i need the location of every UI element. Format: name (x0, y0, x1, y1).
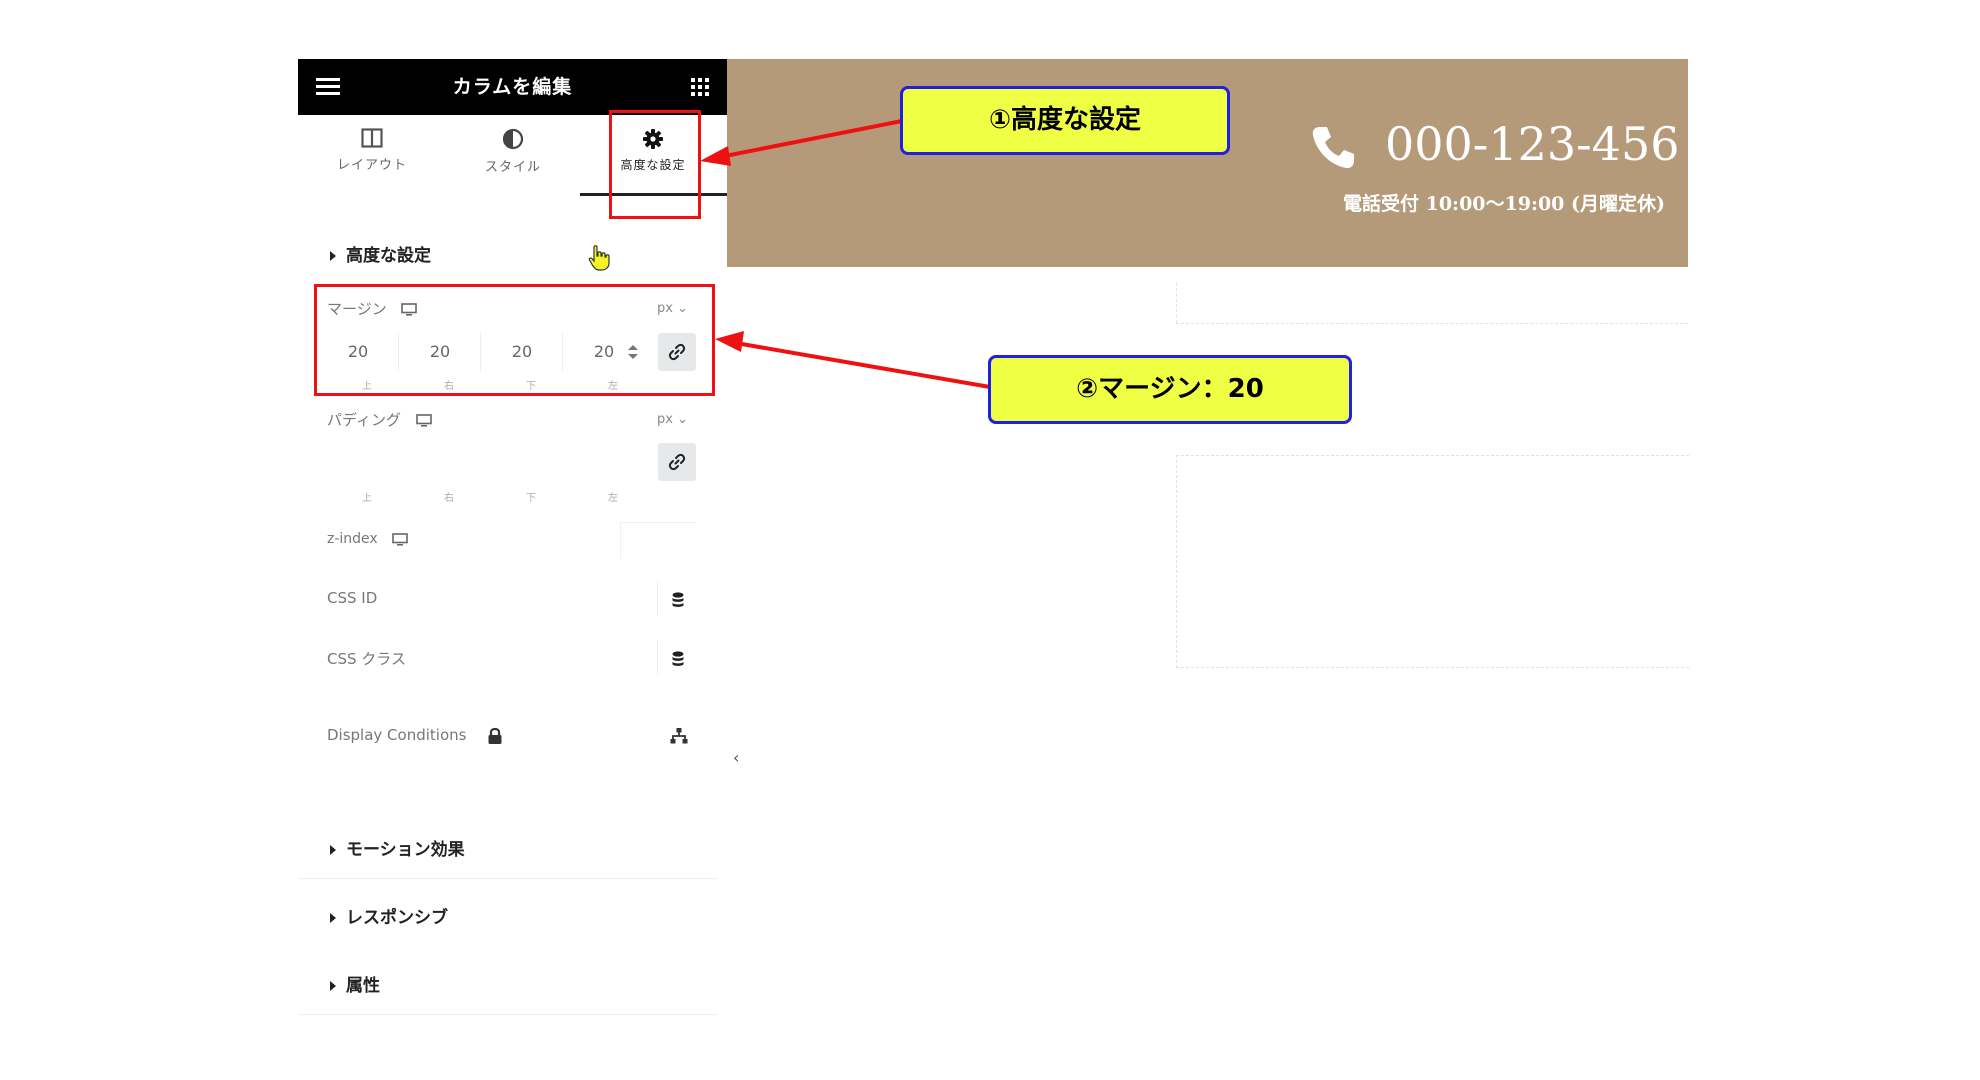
column-dashed-border (1176, 323, 1688, 324)
hand-cursor-icon (588, 245, 610, 271)
column-dashed-border (1176, 283, 1178, 323)
callout-advanced-settings: ①高度な設定 (900, 86, 1230, 155)
tab-style[interactable]: スタイル (443, 128, 583, 188)
padding-side-right: 右 (444, 493, 454, 504)
section-motion-title: モーション効果 (346, 840, 465, 860)
zindex-input[interactable] (620, 522, 696, 559)
padding-label: パディング (327, 411, 401, 429)
callout-margin: ②マージン：20 (988, 355, 1352, 424)
dynamic-tags-database-icon[interactable] (672, 592, 684, 608)
padding-side-bottom: 下 (526, 493, 536, 504)
widgets-grid-icon[interactable] (691, 78, 709, 96)
caret-right-icon (330, 913, 336, 923)
tab-style-label: スタイル (484, 160, 541, 175)
css-id-input-divider (657, 582, 658, 616)
zindex-label-row: z-index (327, 531, 408, 547)
panel-title: カラムを編集 (452, 76, 573, 98)
arrow-head-2 (715, 331, 744, 352)
section-responsive-title: レスポンシブ (346, 908, 448, 928)
padding-unit-select[interactable]: px ⌄ (657, 412, 688, 427)
section-attributes-title: 属性 (346, 976, 380, 996)
tab-layout[interactable]: レイアウト (302, 128, 442, 188)
business-hours: 電話受付 10:00〜19:00 (月曜定休) (1343, 193, 1665, 215)
panel-collapse-chevron-icon[interactable]: ‹ (733, 748, 739, 767)
empty-column-placeholder[interactable] (1176, 455, 1689, 668)
padding-unit-label: px (657, 412, 673, 427)
padding-link-values-button[interactable] (658, 443, 696, 481)
dynamic-tags-database-icon[interactable] (672, 651, 684, 667)
section-divider (298, 878, 718, 879)
padding-side-top: 上 (362, 493, 372, 504)
phone-number: 000-123-456 (1385, 117, 1680, 171)
highlight-advanced-tab (609, 110, 701, 219)
sitemap-conditions-icon[interactable] (670, 728, 688, 744)
section-divider (298, 1014, 718, 1015)
lock-icon (488, 727, 502, 744)
css-class-label: CSS クラス (327, 650, 406, 668)
link-chain-icon (668, 453, 686, 471)
caret-right-icon (330, 251, 336, 261)
panel-header: カラムを編集 (298, 59, 727, 115)
section-responsive[interactable]: レスポンシブ (330, 903, 448, 928)
padding-label-row: パディング (327, 409, 432, 430)
display-conditions-label: Display Conditions (327, 726, 467, 744)
phone-icon (1312, 127, 1354, 169)
desktop-monitor-icon[interactable] (392, 532, 408, 546)
chevron-down-icon: ⌄ (677, 412, 688, 427)
arrow-line-2 (735, 341, 991, 389)
zindex-label: z-index (327, 531, 378, 547)
highlight-margin-field (314, 284, 715, 396)
section-attributes[interactable]: 属性 (330, 971, 380, 996)
caret-right-icon (330, 981, 336, 991)
section-advanced-header[interactable]: 高度な設定 (330, 241, 431, 266)
padding-side-left: 左 (608, 493, 618, 504)
caret-right-icon (330, 845, 336, 855)
layout-columns-icon (361, 128, 383, 148)
css-class-input-divider (657, 641, 658, 675)
tab-layout-label: レイアウト (336, 158, 407, 173)
desktop-monitor-icon[interactable] (415, 414, 432, 427)
section-advanced-title: 高度な設定 (346, 246, 431, 266)
css-id-label: CSS ID (327, 589, 378, 607)
contrast-half-circle-icon (502, 128, 524, 150)
display-conditions-row: Display Conditions (327, 726, 503, 745)
section-motion-effects[interactable]: モーション効果 (330, 835, 465, 860)
